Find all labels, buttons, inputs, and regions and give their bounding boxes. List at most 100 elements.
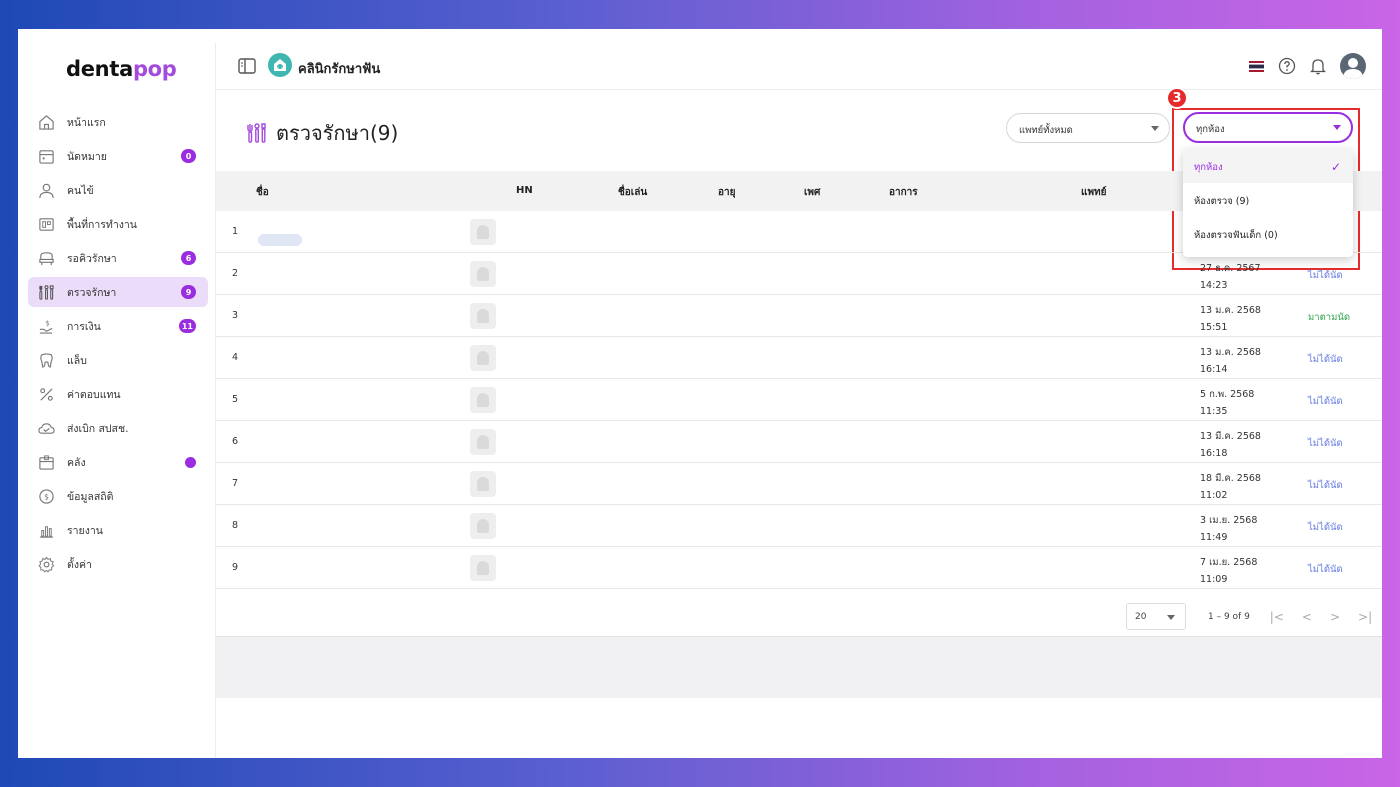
sidebar-item-9[interactable]: ส่งเบิก สปสช. (28, 413, 208, 443)
sidebar-item-label: พื้นที่การทำงาน (67, 218, 137, 231)
room-option-2[interactable]: ห้องตรวจฟันเด็ก (0) (1183, 217, 1353, 251)
first-page-icon[interactable]: |< (1270, 610, 1284, 624)
home-icon (39, 114, 54, 130)
table-row[interactable]: 2 27 ธ.ค. 2567 14:23 ไม่ได้นัด (216, 253, 1382, 295)
last-page-icon[interactable]: >| (1358, 610, 1372, 624)
doctor-filter-value: แพทย์ทั้งหมด (1019, 125, 1073, 136)
sidebar-item-label: ค่าตอบแทน (67, 388, 121, 401)
table-row[interactable]: 4 13 ม.ค. 2568 16:14 ไม่ได้นัด (216, 337, 1382, 379)
row-datetime: 18 มี.ค. 2568 11:02 (1200, 473, 1261, 501)
clinic-logo-icon (268, 53, 292, 77)
table-row[interactable]: 8 3 เม.ย. 2568 11:49 ไม่ได้นัด (216, 505, 1382, 547)
col-name[interactable]: ชื่อ (256, 185, 269, 200)
room-option-label: ห้องตรวจ (9) (1194, 196, 1250, 207)
money-icon: $ (39, 319, 53, 334)
row-number: 1 (232, 226, 239, 237)
pagination: 20 1 – 9 of 9 |< < > >| (1126, 603, 1372, 630)
table-row[interactable]: 9 7 เม.ย. 2568 11:09 ไม่ได้นัด (216, 547, 1382, 589)
appointment-status: ไม่ได้นัด (1308, 522, 1343, 533)
patient-avatar (470, 345, 496, 371)
rows-per-page-select[interactable]: 20 (1126, 603, 1186, 630)
app-logo[interactable]: dentapop (66, 57, 177, 81)
count-badge: 0 (181, 149, 196, 163)
row-datetime: 3 เม.ย. 2568 11:49 (1200, 515, 1258, 543)
patient-avatar (470, 219, 496, 245)
sidebar-item-label: การเงิน (67, 320, 101, 333)
sidebar-item-10[interactable]: คลัง (28, 447, 208, 477)
next-page-icon[interactable]: > (1330, 610, 1340, 624)
sidebar-item-label: แล็บ (67, 354, 87, 367)
col-doctor[interactable]: แพทย์ (1081, 185, 1107, 200)
screenshot-frame: dentapop หน้าแรกนัดหมาย 0 คนไข้พื้นที่การท… (18, 29, 1382, 758)
patient-avatar (470, 555, 496, 581)
sidebar-item-label: หน้าแรก (67, 116, 106, 129)
pagination-controls: |< < > >| (1270, 610, 1372, 624)
sidebar-item-label: ข้อมูลสถิติ (67, 490, 114, 503)
row-datetime: 13 ม.ค. 2568 16:14 (1200, 347, 1261, 375)
chevron-down-icon (1167, 615, 1175, 620)
footer-area (216, 636, 1382, 698)
patient-avatar (470, 387, 496, 413)
step-number-badge: 3 (1166, 87, 1188, 109)
row-datetime: 27 ธ.ค. 2567 14:23 (1200, 263, 1261, 291)
row-number: 8 (232, 520, 239, 531)
row-number: 7 (232, 478, 239, 489)
col-sex[interactable]: เพศ (804, 185, 820, 200)
room-option-0[interactable]: ทุกห้อง ✓ (1183, 149, 1353, 183)
col-age[interactable]: อายุ (718, 185, 735, 200)
col-nickname[interactable]: ชื่อเล่น (618, 185, 647, 200)
room-option-label: ทุกห้อง (1194, 162, 1223, 173)
sidebar-item-5[interactable]: ตรวจรักษา 9 (28, 277, 208, 307)
table-row[interactable]: 6 13 มี.ค. 2568 16:18 ไม่ได้นัด (216, 421, 1382, 463)
clinic-name[interactable]: คลินิกรักษาฟัน (298, 58, 380, 79)
row-datetime: 13 มี.ค. 2568 16:18 (1200, 431, 1261, 459)
user-avatar[interactable] (1340, 53, 1366, 79)
sidebar-item-2[interactable]: คนไข้ (28, 175, 208, 205)
row-datetime: 7 เม.ย. 2568 11:09 (1200, 557, 1258, 585)
sidebar-item-11[interactable]: $ ข้อมูลสถิติ (28, 481, 208, 511)
row-datetime: 13 ม.ค. 2568 15:51 (1200, 305, 1261, 333)
col-symptom[interactable]: อาการ (889, 185, 918, 200)
prev-page-icon[interactable]: < (1302, 610, 1312, 624)
room-option-label: ห้องตรวจฟันเด็ก (0) (1194, 230, 1278, 241)
count-badge: 9 (181, 285, 196, 299)
sidebar-item-6[interactable]: $ การเงิน 11 (28, 311, 208, 341)
count-badge: 11 (178, 319, 196, 333)
table-row[interactable]: 3 13 ม.ค. 2568 15:51 มาตามนัด (216, 295, 1382, 337)
sidebar-item-12[interactable]: รายงาน (28, 515, 208, 545)
table-row[interactable]: 7 18 มี.ค. 2568 11:02 ไม่ได้นัด (216, 463, 1382, 505)
patient-avatar (470, 471, 496, 497)
chevron-down-icon (1151, 126, 1159, 131)
calendar-icon (39, 149, 54, 164)
patient-avatar (470, 261, 496, 287)
sidebar-item-label: นัดหมาย (67, 150, 107, 163)
sidebar-item-8[interactable]: ค่าตอบแทน (28, 379, 208, 409)
sidebar-item-4[interactable]: รอคิวรักษา 6 (28, 243, 208, 273)
help-icon[interactable] (1278, 57, 1296, 75)
box-icon (39, 454, 54, 470)
sidebar-item-1[interactable]: นัดหมาย 0 (28, 141, 208, 171)
sidebar-item-3[interactable]: พื้นที่การทำงาน (28, 209, 208, 239)
row-number: 3 (232, 310, 239, 321)
bell-icon[interactable] (1310, 57, 1326, 75)
sidebar: dentapop หน้าแรกนัดหมาย 0 คนไข้พื้นที่การท… (18, 43, 216, 758)
chair-icon (39, 251, 54, 265)
appointment-status: ไม่ได้นัด (1308, 564, 1343, 575)
settings-icon (38, 556, 55, 573)
top-bar: คลินิกรักษาฟัน (216, 43, 1382, 90)
table-row[interactable]: 5 5 ก.พ. 2568 11:35 ไม่ได้นัด (216, 379, 1382, 421)
count-badge: 6 (181, 251, 196, 265)
sidebar-item-0[interactable]: หน้าแรก (28, 107, 208, 137)
sidebar-item-7[interactable]: แล็บ (28, 345, 208, 375)
thai-flag-icon[interactable] (1249, 60, 1264, 72)
row-number: 2 (232, 268, 239, 279)
room-option-1[interactable]: ห้องตรวจ (9) (1183, 183, 1353, 217)
row-number: 9 (232, 562, 239, 573)
patient-avatar (470, 513, 496, 539)
col-hn[interactable]: HN (516, 185, 533, 196)
sidebar-nav: หน้าแรกนัดหมาย 0 คนไข้พื้นที่การทำงานรอคิว… (28, 107, 208, 583)
sidebar-item-13[interactable]: ตั้งค่า (28, 549, 208, 579)
notification-dot (185, 457, 196, 468)
sidebar-toggle-icon[interactable] (238, 58, 256, 74)
doctor-filter-select[interactable]: แพทย์ทั้งหมด (1006, 113, 1170, 143)
